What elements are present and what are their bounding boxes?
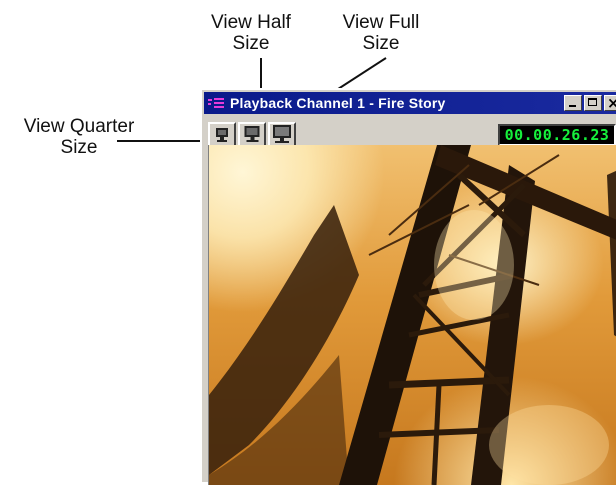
- title-bar[interactable]: Playback Channel 1 - Fire Story ×: [204, 92, 616, 114]
- timecode-display: 00.00.26.23: [498, 124, 616, 146]
- callout-view-full-size: View Full Size: [342, 12, 420, 54]
- maximize-icon: [588, 98, 597, 106]
- video-frame: [208, 145, 616, 485]
- monitor-small-icon: [216, 128, 228, 142]
- close-button[interactable]: ×: [604, 94, 616, 112]
- monitor-large-icon: [273, 125, 291, 143]
- callout-view-half-size: View Half Size: [211, 12, 291, 54]
- fire-scene-image: [209, 145, 616, 485]
- playback-window: Playback Channel 1 - Fire Story × 00.00.…: [200, 88, 616, 485]
- minimize-icon: [569, 105, 576, 107]
- close-icon: ×: [607, 94, 616, 112]
- maximize-button[interactable]: [584, 95, 602, 111]
- monitor-medium-icon: [244, 126, 260, 142]
- minimize-button[interactable]: [564, 95, 582, 111]
- window-title: Playback Channel 1 - Fire Story: [230, 95, 446, 111]
- callout-view-quarter-size: View Quarter Size: [23, 116, 135, 158]
- playback-channel-icon: [208, 95, 226, 111]
